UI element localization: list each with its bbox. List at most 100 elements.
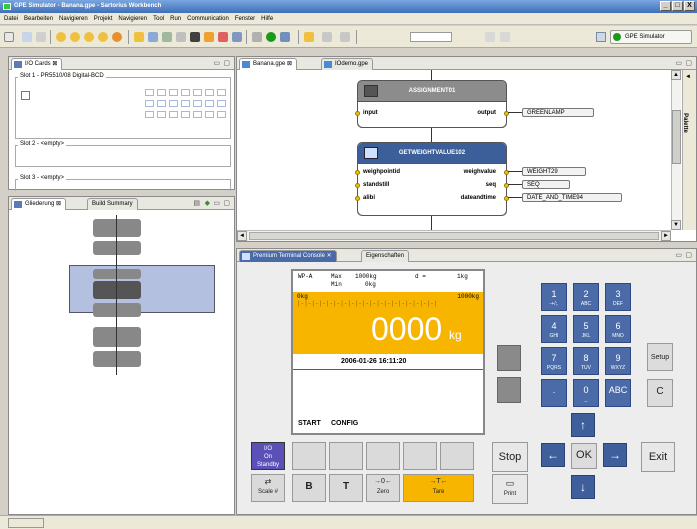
- print-icon[interactable]: [36, 32, 46, 42]
- softkey-3[interactable]: [366, 442, 400, 470]
- tare-button[interactable]: →T← Tare: [403, 474, 474, 502]
- layout-icon[interactable]: [176, 32, 186, 42]
- numpad-key-9[interactable]: 9 WXYZ: [605, 347, 631, 375]
- new-file-icon[interactable]: [4, 32, 14, 42]
- minimize-view-icon[interactable]: ▭: [675, 59, 682, 67]
- nav-left-button[interactable]: ←: [541, 443, 565, 467]
- scroll-right-icon[interactable]: ►: [661, 231, 671, 241]
- getweightvalue-node[interactable]: GETWEIGHTVALUE102 weighpointid standstil…: [355, 142, 509, 216]
- palette-arrow-icon[interactable]: ◄: [685, 74, 691, 80]
- editor-vertical-scrollbar[interactable]: ▲ ▼: [671, 70, 681, 230]
- menu-tool[interactable]: Tool: [153, 13, 164, 24]
- menu-communication[interactable]: Communication: [187, 13, 229, 24]
- nav-down-button[interactable]: ↓: [571, 475, 595, 499]
- maximize-view-icon[interactable]: ▢: [223, 59, 230, 67]
- input-port[interactable]: [355, 183, 360, 188]
- close-button[interactable]: X: [684, 1, 695, 11]
- tab-iodemo-gpe[interactable]: IOdemo.gpe: [321, 58, 374, 70]
- black-box-icon[interactable]: [190, 32, 200, 42]
- editor-canvas[interactable]: ASSIGNMENT01 input output GREENLAMP GETW…: [237, 70, 671, 230]
- outline-thumbnail[interactable]: [17, 215, 227, 375]
- menu-fenster[interactable]: Fenster: [235, 13, 255, 24]
- softkey-1[interactable]: [292, 442, 326, 470]
- tab-build-summary[interactable]: Build Summary: [87, 198, 138, 210]
- nav-up-button[interactable]: ↑: [571, 413, 595, 437]
- numpad-key-0[interactable]: 0 _: [573, 379, 599, 407]
- numpad-key-abc[interactable]: ABC: [605, 379, 631, 407]
- minimize-view-icon[interactable]: ▭: [675, 251, 682, 259]
- gross-button[interactable]: B: [292, 474, 326, 502]
- numpad-key-2[interactable]: 2 ABC: [573, 283, 599, 311]
- blank-key-2[interactable]: [497, 377, 521, 403]
- slot1-checkbox[interactable]: [21, 91, 30, 100]
- stop-button[interactable]: Stop: [492, 442, 528, 472]
- softkey-2[interactable]: [329, 442, 363, 470]
- numpad-key-8[interactable]: 8 TUV: [573, 347, 599, 375]
- run-icon[interactable]: [266, 32, 276, 42]
- save-icon[interactable]: [22, 32, 32, 42]
- scroll-thumb[interactable]: [672, 110, 681, 164]
- search-icon[interactable]: [280, 32, 290, 42]
- numpad-key-dot[interactable]: .: [541, 379, 567, 407]
- menu-run[interactable]: Run: [170, 13, 181, 24]
- numpad-key-6[interactable]: 6 MNO: [605, 315, 631, 343]
- maximize-view-icon[interactable]: ▢: [685, 251, 692, 259]
- menu-navigieren[interactable]: Navigieren: [59, 13, 88, 24]
- tab-premium-terminal-console[interactable]: Premium Terminal Console ✕: [239, 250, 337, 262]
- print-button[interactable]: ▭ Print: [492, 474, 528, 504]
- folder-icon[interactable]: [134, 32, 144, 42]
- arrow-right-icon[interactable]: [98, 32, 108, 42]
- save-all-icon[interactable]: [252, 32, 262, 42]
- maximize-view-icon[interactable]: ▢: [223, 199, 230, 207]
- numpad-key-7[interactable]: 7 PQRS: [541, 347, 567, 375]
- arrow-left-icon[interactable]: [84, 32, 94, 42]
- clear-button[interactable]: C: [647, 379, 673, 407]
- arrow-down-icon[interactable]: [70, 32, 80, 42]
- tare-display-button[interactable]: T: [329, 474, 363, 502]
- datetime-value-box[interactable]: DATE_AND_TIME94: [522, 193, 622, 202]
- view-menu-icon[interactable]: ▤: [193, 199, 200, 207]
- rotate-icon[interactable]: [112, 32, 122, 42]
- numpad-key-5[interactable]: 5 JKL: [573, 315, 599, 343]
- open-perspective-icon[interactable]: [596, 32, 606, 42]
- monitor-icon[interactable]: [232, 32, 242, 42]
- maximize-view-icon[interactable]: ▢: [685, 59, 692, 67]
- nav-right-button[interactable]: →: [603, 443, 627, 467]
- forward-icon[interactable]: [340, 32, 350, 42]
- build-icon[interactable]: [204, 32, 214, 42]
- pencil-icon[interactable]: [304, 32, 314, 42]
- input-port[interactable]: [355, 111, 360, 116]
- tab-gliederung[interactable]: Gliederung ⊠: [11, 198, 67, 210]
- numpad-key-1[interactable]: 1 -+/;.: [541, 283, 567, 311]
- perspective-switcher[interactable]: GPE Simulator: [610, 30, 692, 44]
- minimize-view-icon[interactable]: ▭: [213, 59, 220, 67]
- numpad-key-3[interactable]: 3 DEF: [605, 283, 631, 311]
- maximize-button[interactable]: □: [672, 1, 683, 11]
- ok-button[interactable]: OK: [571, 443, 597, 469]
- menu-hilfe[interactable]: Hilfe: [261, 13, 273, 24]
- zoom-in-icon[interactable]: [485, 32, 495, 42]
- numpad-key-4[interactable]: 4 GHI: [541, 315, 567, 343]
- tab-banana-gpe[interactable]: Banana.gpe ⊠: [239, 58, 298, 70]
- minimize-view-icon[interactable]: ▭: [213, 199, 220, 207]
- standby-button[interactable]: I/O On Standby: [251, 442, 285, 470]
- softkey-5[interactable]: [440, 442, 474, 470]
- input-port[interactable]: [355, 196, 360, 201]
- filter-icon[interactable]: ◆: [205, 199, 210, 207]
- scale-select-button[interactable]: ⇄ Scale #: [251, 474, 285, 502]
- scroll-down-icon[interactable]: ▼: [671, 220, 681, 230]
- minimize-button[interactable]: _: [660, 1, 671, 11]
- zoom-combo[interactable]: [410, 32, 452, 42]
- palette-drawer[interactable]: ◄ Palette: [682, 70, 696, 230]
- assignment-node[interactable]: ASSIGNMENT01 input output: [355, 80, 509, 128]
- exit-button[interactable]: Exit: [641, 442, 675, 472]
- tab-io-cards[interactable]: I/O Cards ⊠: [11, 58, 63, 70]
- tab-eigenschaften[interactable]: Eigenschaften: [361, 250, 410, 262]
- zero-button[interactable]: →0← Zero: [366, 474, 400, 502]
- softkey-4[interactable]: [403, 442, 437, 470]
- blank-key-1[interactable]: [497, 345, 521, 371]
- arrow-up-icon[interactable]: [56, 32, 66, 42]
- zoom-out-icon[interactable]: [500, 32, 510, 42]
- menu-datei[interactable]: Datei: [4, 13, 18, 24]
- seq-value-box[interactable]: SEQ: [522, 180, 570, 189]
